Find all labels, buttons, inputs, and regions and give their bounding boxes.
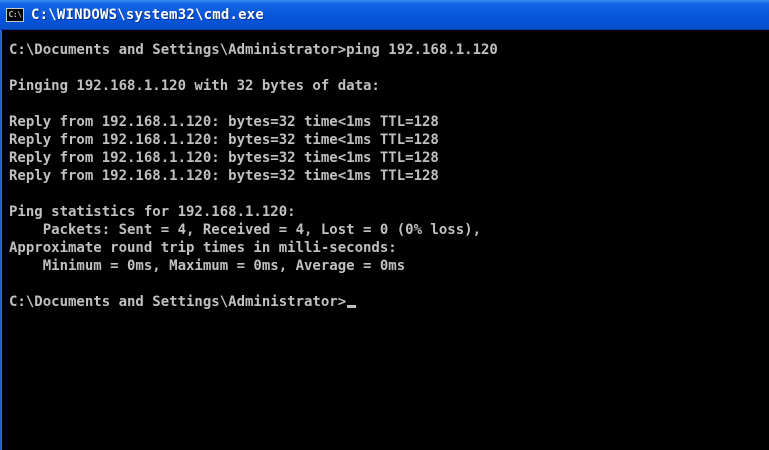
prompt-text: C:\Documents and Settings\Administrator> [9,294,347,310]
command-line: C:\Documents and Settings\Administrator>… [9,42,498,58]
reply-line: Reply from 192.168.1.120: bytes=32 time<… [9,132,439,148]
pinging-line: Pinging 192.168.1.120 with 32 bytes of d… [9,78,380,94]
text-cursor [347,305,357,308]
packets-line: Packets: Sent = 4, Received = 4, Lost = … [9,222,482,238]
statistics-header: Ping statistics for 192.168.1.120: [9,204,296,220]
rtt-header: Approximate round trip times in milli-se… [9,240,397,256]
window-title: C:\WINDOWS\system32\cmd.exe [31,6,264,23]
console-output[interactable]: C:\Documents and Settings\Administrator>… [0,30,769,450]
prompt-line[interactable]: C:\Documents and Settings\Administrator> [9,293,769,311]
cmd-window: C:\ C:\WINDOWS\system32\cmd.exe C:\Docum… [0,0,769,450]
rtt-line: Minimum = 0ms, Maximum = 0ms, Average = … [9,258,406,274]
console-icon[interactable]: C:\ [6,7,24,22]
title-bar[interactable]: C:\ C:\WINDOWS\system32\cmd.exe [0,0,769,30]
reply-line: Reply from 192.168.1.120: bytes=32 time<… [9,114,439,130]
reply-line: Reply from 192.168.1.120: bytes=32 time<… [9,168,439,184]
reply-line: Reply from 192.168.1.120: bytes=32 time<… [9,150,439,166]
